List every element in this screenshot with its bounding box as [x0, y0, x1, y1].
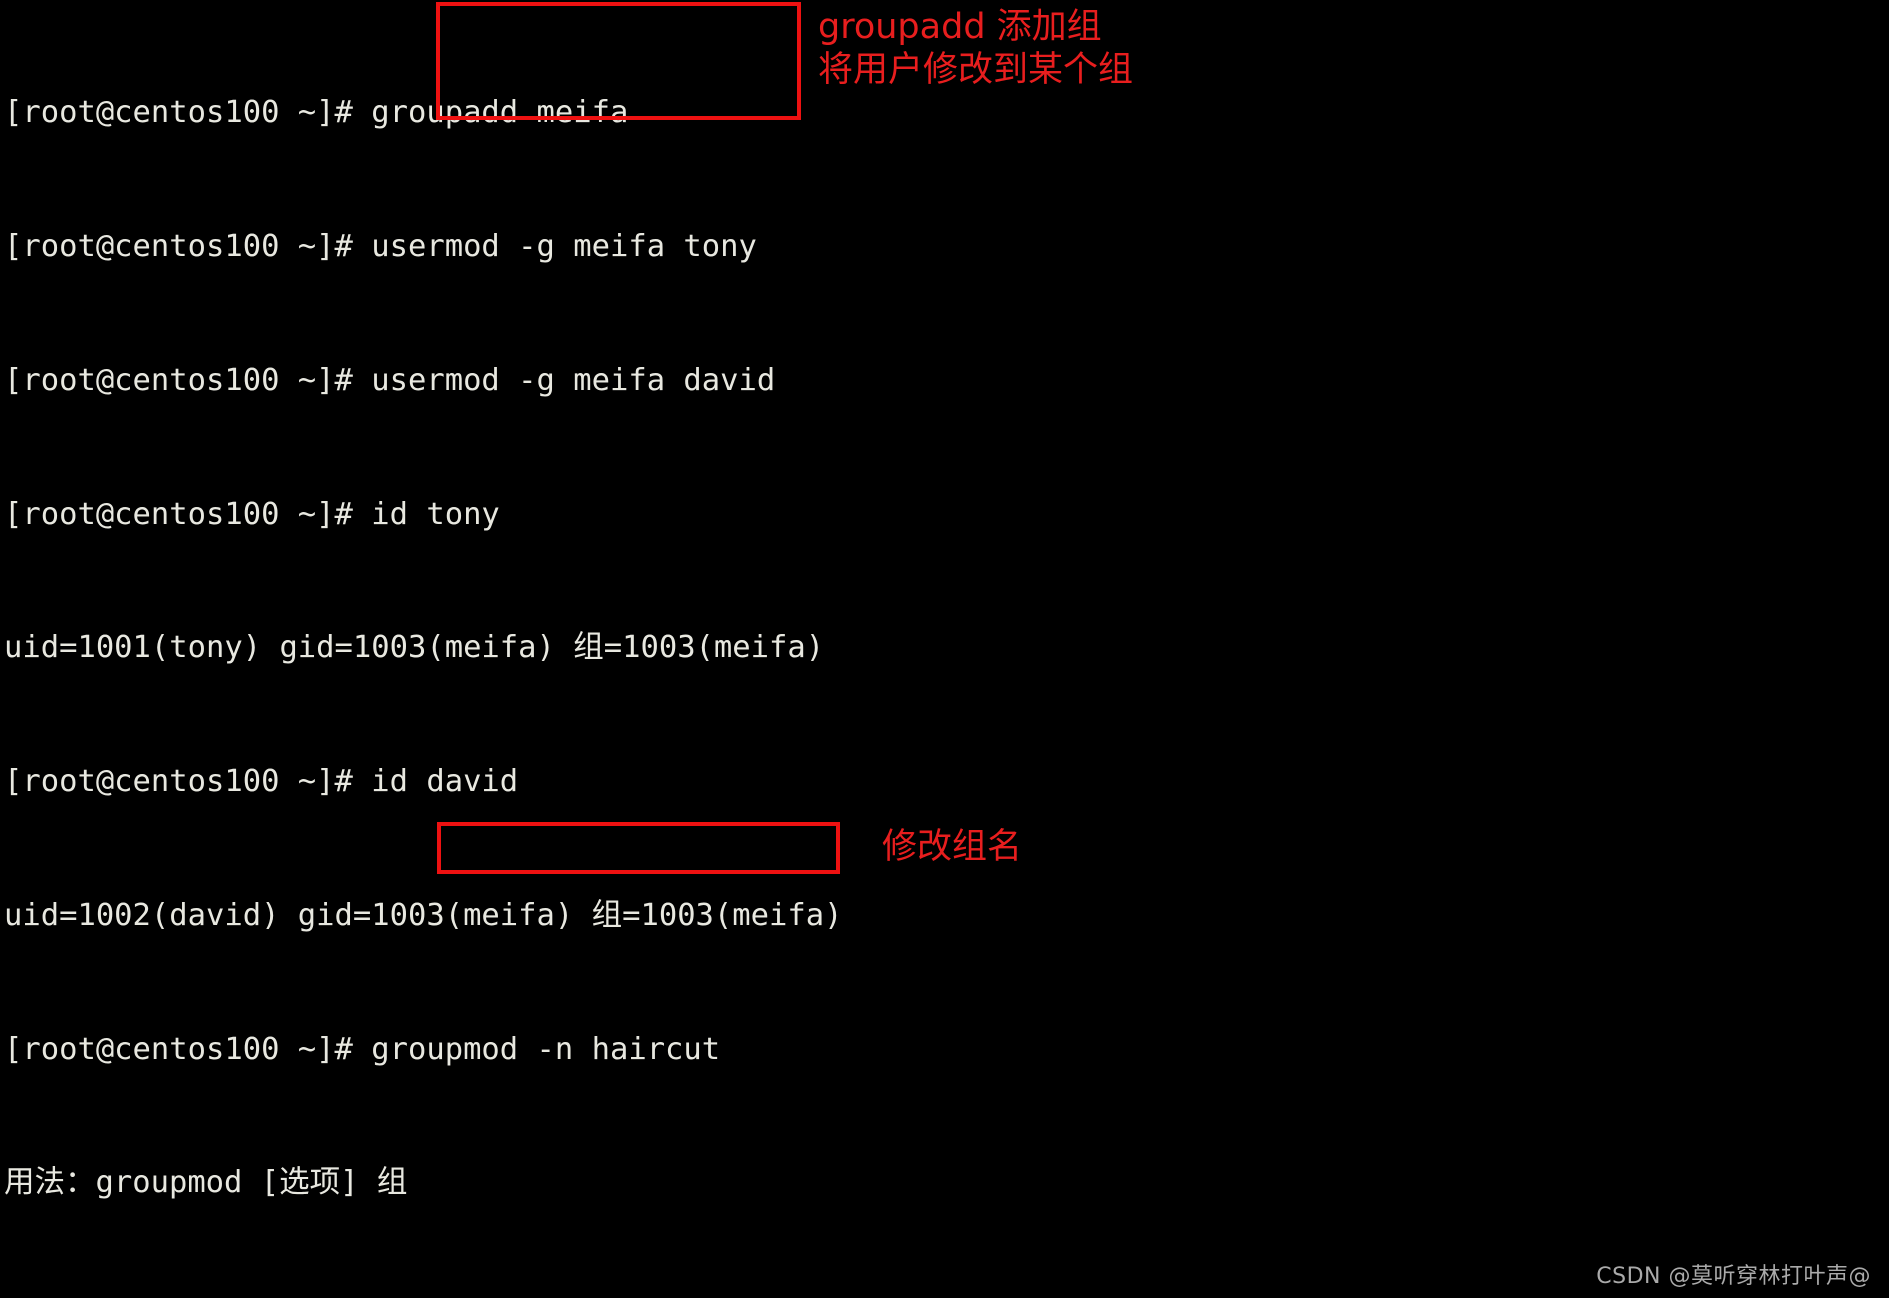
csdn-watermark: CSDN @莫听穿林打叶声@	[1596, 1264, 1871, 1289]
terminal-line: [root@centos100 ~]# usermod -g meifa dav…	[4, 362, 776, 398]
terminal-line: [root@centos100 ~]# id david	[4, 764, 519, 800]
terminal-line: [root@centos100 ~]# groupmod -n haircut	[4, 1031, 721, 1067]
annotation-groupmod: 修改组名	[882, 827, 1023, 867]
terminal-line: uid=1001(tony) gid=1003(meifa) 组=1003(me…	[4, 630, 825, 666]
terminal-output[interactable]: [root@centos100 ~]# groupadd meifa [root…	[0, 0, 1889, 1298]
terminal-line: [root@centos100 ~]# id tony	[4, 496, 500, 532]
terminal-line: 用法：groupmod [选项] 组	[4, 1165, 408, 1201]
terminal-line: [root@centos100 ~]# usermod -g meifa ton…	[4, 228, 757, 264]
terminal-line: [root@centos100 ~]# groupadd meifa	[4, 95, 629, 131]
terminal-screen: [root@centos100 ~]# groupadd meifa [root…	[0, 0, 1889, 1298]
terminal-line: uid=1002(david) gid=1003(meifa) 组=1003(m…	[4, 897, 843, 933]
annotation-groupadd: groupadd 添加组 将用户修改到某个组	[818, 7, 1134, 90]
